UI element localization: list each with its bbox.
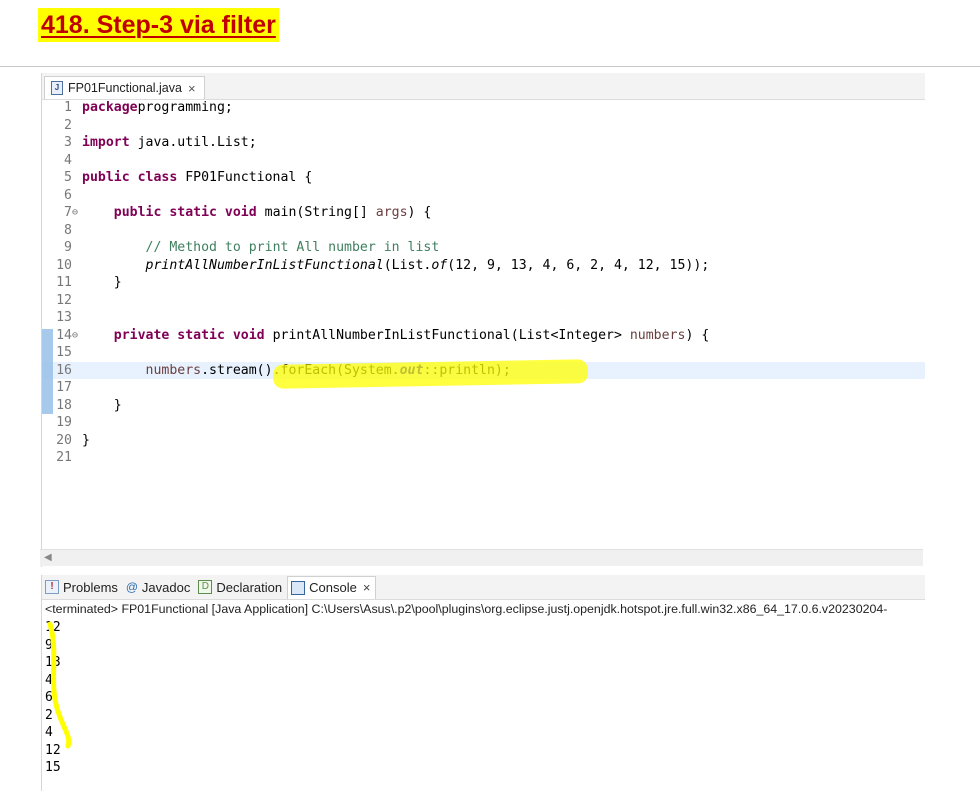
line-number: 3 — [64, 135, 72, 150]
scroll-left-icon[interactable]: ◀ — [44, 552, 52, 563]
code-text: } — [82, 275, 122, 290]
console-tabbar: ! Problems @ Javadoc D Declaration Console × — [42, 575, 925, 600]
java-file-icon: J — [51, 81, 63, 95]
code-line-4[interactable]: 4 — [42, 152, 925, 170]
tab-console[interactable]: Console × — [287, 575, 377, 599]
editor-tab-fp01functional[interactable]: J FP01Functional.java × — [44, 76, 205, 99]
code-line-13[interactable]: 13 — [42, 309, 925, 327]
code-line-12[interactable]: 12 — [42, 292, 925, 310]
code-text: } — [82, 432, 90, 448]
line-number: 4 — [64, 152, 72, 168]
console-panel: ! Problems @ Javadoc D Declaration Console × <t… — [41, 575, 925, 791]
tab-problems[interactable]: ! Problems — [42, 576, 123, 598]
code-line-20[interactable]: 20} — [42, 432, 925, 450]
code-line-10[interactable]: 10 printAllNumberInListFunctional(List.o… — [42, 257, 925, 275]
line-number: 6 — [64, 187, 72, 203]
divider — [0, 66, 980, 67]
code-line-7[interactable]: 7 ⊖ public static void main(String[] args… — [42, 204, 925, 222]
code-line-11[interactable]: 11 } — [42, 274, 925, 292]
tab-label: Javadoc — [141, 579, 191, 595]
editor-tab-label: FP01Functional.java — [68, 81, 182, 95]
code-line-19[interactable]: 19 — [42, 414, 925, 432]
code-text: import java.util.List; — [82, 135, 257, 150]
highlighter-annotation-side — [47, 621, 72, 749]
horizontal-scrollbar[interactable]: ◀ — [40, 549, 923, 566]
tab-javadoc[interactable]: @ Javadoc — [123, 576, 195, 598]
line-number: 2 — [64, 117, 72, 133]
code-line-15[interactable]: 15 — [42, 344, 925, 362]
fold-toggle-icon[interactable]: ⊖ — [72, 327, 80, 345]
line-number: 21 — [56, 450, 72, 465]
line-number: 13 — [56, 310, 72, 325]
code-line-18[interactable]: 18 } — [42, 397, 925, 415]
line-number: 8 — [64, 222, 72, 238]
line-number: 5 — [64, 170, 72, 185]
line-number: 20 — [56, 432, 72, 448]
code-line-9[interactable]: 9 // Method to print All number in list — [42, 239, 925, 257]
console-status: <terminated> FP01Functional [Java Applic… — [45, 602, 888, 616]
line-number: 19 — [56, 415, 72, 430]
close-icon[interactable]: × — [363, 580, 371, 595]
code-text: public static void main(String[] args) { — [113, 205, 432, 220]
code-line-6[interactable]: 6 — [42, 187, 925, 205]
code-text: private static void printAllNumberInList… — [113, 327, 710, 343]
code-line-8[interactable]: 8 — [42, 222, 925, 240]
code-editor[interactable]: J FP01Functional.java × 1 packageprogramm… — [41, 73, 925, 567]
tab-label: Declaration — [216, 579, 283, 595]
line-number: 11 — [56, 275, 72, 290]
code-text: public class FP01Functional { — [82, 170, 313, 185]
code-text: // Method to print All number in list — [145, 240, 440, 255]
line-number: 9 — [64, 240, 72, 255]
tab-label: Problems — [63, 579, 118, 595]
tab-label: Console — [309, 580, 357, 595]
line-number: 10 — [56, 257, 72, 273]
page-title: 418. Step-3 via filter — [38, 8, 279, 42]
line-number: 7 — [64, 205, 72, 220]
code-line-2[interactable]: 2 — [42, 117, 925, 135]
code-line-21[interactable]: 21 — [42, 449, 925, 467]
code-text: printAllNumberInListFunctional(List.of(1… — [145, 257, 710, 273]
code-line-14[interactable]: 14 ⊖ private static void printAllNumberIn… — [42, 327, 925, 345]
editor-tabbar: J FP01Functional.java × — [42, 73, 925, 100]
code-text: } — [82, 397, 122, 413]
fold-toggle-icon[interactable]: ⊖ — [72, 204, 80, 222]
javadoc-icon: @ — [125, 580, 139, 594]
line-number: 12 — [56, 292, 72, 308]
code-line-1[interactable]: 1 packageprogramming; — [42, 99, 925, 117]
code-text: packageprogramming; — [82, 100, 233, 115]
problems-icon: ! — [45, 580, 59, 594]
declaration-icon: D — [198, 580, 213, 594]
console-icon — [291, 580, 306, 595]
code-area[interactable]: 1 packageprogramming; 2 3 import java.util.L… — [42, 99, 925, 555]
code-line-3[interactable]: 3 import java.util.List; — [42, 134, 925, 152]
line-number: 1 — [64, 100, 72, 115]
tab-declaration[interactable]: D Declaration — [195, 576, 287, 598]
console-output-line: 15 — [45, 760, 61, 775]
code-line-5[interactable]: 5 public class FP01Functional { — [42, 169, 925, 187]
change-marker — [42, 329, 53, 414]
close-icon[interactable]: × — [188, 81, 196, 96]
